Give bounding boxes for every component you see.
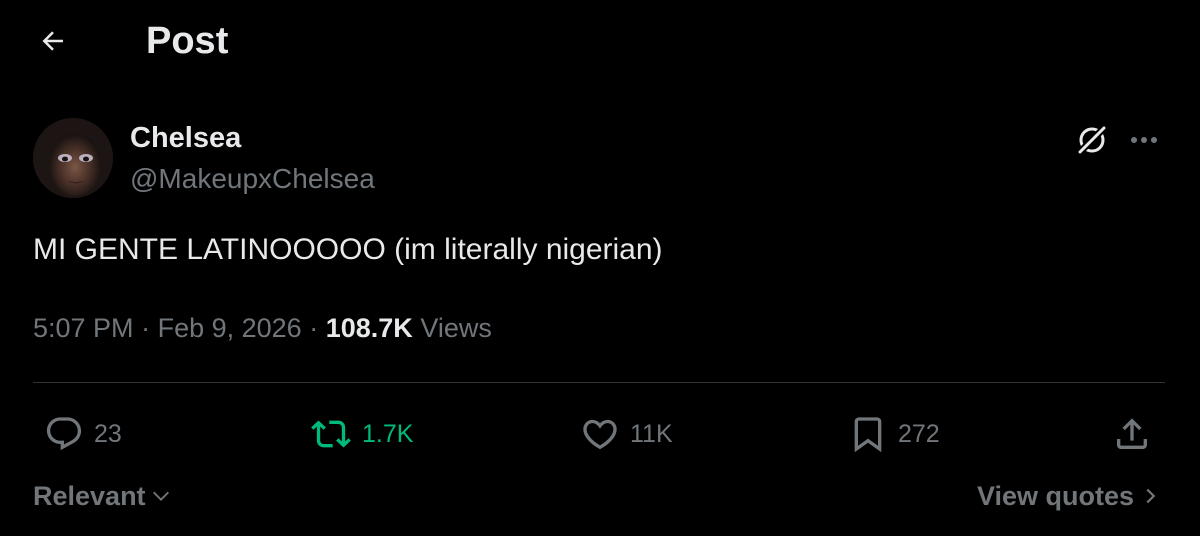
sort-label: Relevant [33, 481, 146, 511]
view-quotes-label: View quotes [976, 481, 1134, 511]
more-options-button[interactable] [1124, 120, 1164, 160]
bookmark-button[interactable]: 272 [848, 412, 940, 456]
repost-count: 1.7K [362, 419, 414, 448]
reply-button[interactable]: 23 [44, 412, 122, 456]
grok-button[interactable] [1070, 120, 1114, 160]
view-quotes-link[interactable]: View quotes [977, 478, 1160, 514]
display-name[interactable]: Chelsea [130, 120, 241, 156]
divider [33, 382, 1165, 383]
post-time[interactable]: 5:07 PM [33, 313, 134, 343]
repost-button[interactable]: 1.7K [310, 412, 413, 456]
page-title: Post [146, 20, 229, 62]
share-icon [1117, 418, 1147, 449]
more-horizontal-icon [1131, 137, 1157, 143]
reply-icon [46, 417, 82, 451]
bookmark-count: 272 [898, 419, 940, 448]
chevron-right-icon [1146, 488, 1156, 504]
meta-separator: · [309, 313, 326, 343]
grok-icon [1076, 124, 1108, 156]
avatar[interactable] [33, 118, 113, 198]
avatar-image [33, 118, 113, 198]
arrow-left-icon [42, 31, 63, 51]
meta-separator: · [141, 313, 158, 343]
like-button[interactable]: 11K [580, 412, 673, 456]
bookmark-icon [854, 417, 882, 453]
post-text: MI GENTE LATINOOOOO (im literally nigeri… [33, 233, 663, 266]
user-handle[interactable]: @MakeupxChelsea [130, 162, 375, 196]
views-count[interactable]: 108.7K [326, 313, 413, 343]
reply-count: 23 [94, 419, 122, 448]
back-button[interactable] [32, 22, 74, 60]
repost-icon [311, 420, 351, 448]
chevron-down-icon [152, 491, 169, 501]
post-date[interactable]: Feb 9, 2026 [158, 313, 302, 343]
sort-dropdown[interactable]: Relevant [33, 478, 172, 514]
heart-icon [583, 419, 617, 450]
views-label[interactable]: Views [420, 313, 492, 343]
post-meta: 5:07 PM · Feb 9, 2026 · 108.7K Views [33, 310, 492, 346]
share-button[interactable] [1112, 412, 1152, 456]
like-count: 11K [630, 419, 673, 448]
